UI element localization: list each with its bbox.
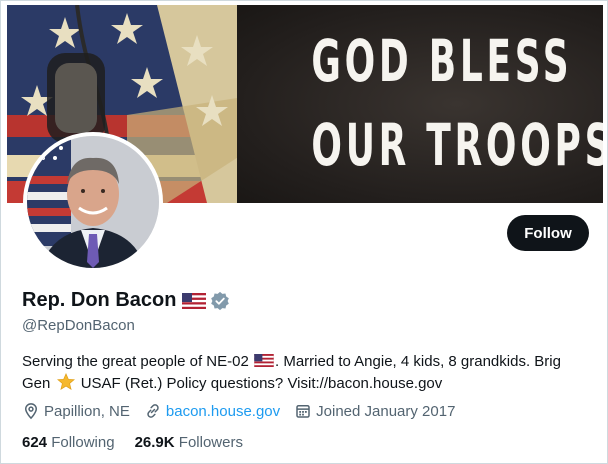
following-link[interactable]: 624 Following	[22, 434, 115, 451]
banner-line-1: GOD BLESS	[311, 27, 573, 95]
location-text: Papillion, NE	[44, 402, 130, 420]
us-flag-icon	[182, 292, 207, 309]
name-row: Rep. Don Bacon	[22, 289, 230, 312]
avatar-image	[27, 136, 159, 268]
website-link[interactable]: bacon.house.gov	[166, 403, 280, 420]
location-pin-icon	[24, 403, 38, 420]
banner-line-2: OUR TROOPS	[311, 111, 603, 179]
following-count: 624	[22, 434, 48, 451]
profile-stats: 624 Following 26.9K Followers	[22, 434, 263, 451]
calendar-icon	[296, 405, 310, 418]
followers-link[interactable]: 26.9K Followers	[135, 434, 243, 451]
profile-meta: Papillion, NE bacon.house.gov Joined Jan…	[22, 402, 469, 420]
verified-badge-icon[interactable]	[210, 291, 230, 311]
profile-bio: Serving the great people of NE-02 . Marr…	[22, 351, 592, 395]
display-name: Rep. Don Bacon	[22, 289, 177, 311]
bio-text-3: USAF (Ret.) Policy questions? Visit://ba…	[76, 375, 443, 392]
link-icon	[147, 404, 159, 418]
follow-button[interactable]: Follow	[507, 215, 589, 251]
bio-text-1: Serving the great people of NE-02	[22, 353, 253, 370]
followers-label: Followers	[178, 434, 243, 451]
user-handle: @RepDonBacon	[22, 317, 135, 334]
joined-item: Joined January 2017	[294, 402, 455, 420]
star-icon	[56, 373, 75, 390]
profile-card: GOD BLESS OUR TROOPS Follow Rep. Don Bac…	[0, 0, 608, 464]
joined-text: Joined January 2017	[316, 402, 456, 420]
banner-text: GOD BLESS OUR TROOPS	[311, 19, 603, 187]
profile-avatar[interactable]	[23, 132, 163, 272]
followers-count: 26.9K	[134, 434, 175, 451]
website-item: bacon.house.gov	[144, 402, 280, 420]
location-item: Papillion, NE	[22, 402, 130, 420]
following-label: Following	[51, 434, 115, 451]
us-flag-icon	[254, 354, 274, 367]
